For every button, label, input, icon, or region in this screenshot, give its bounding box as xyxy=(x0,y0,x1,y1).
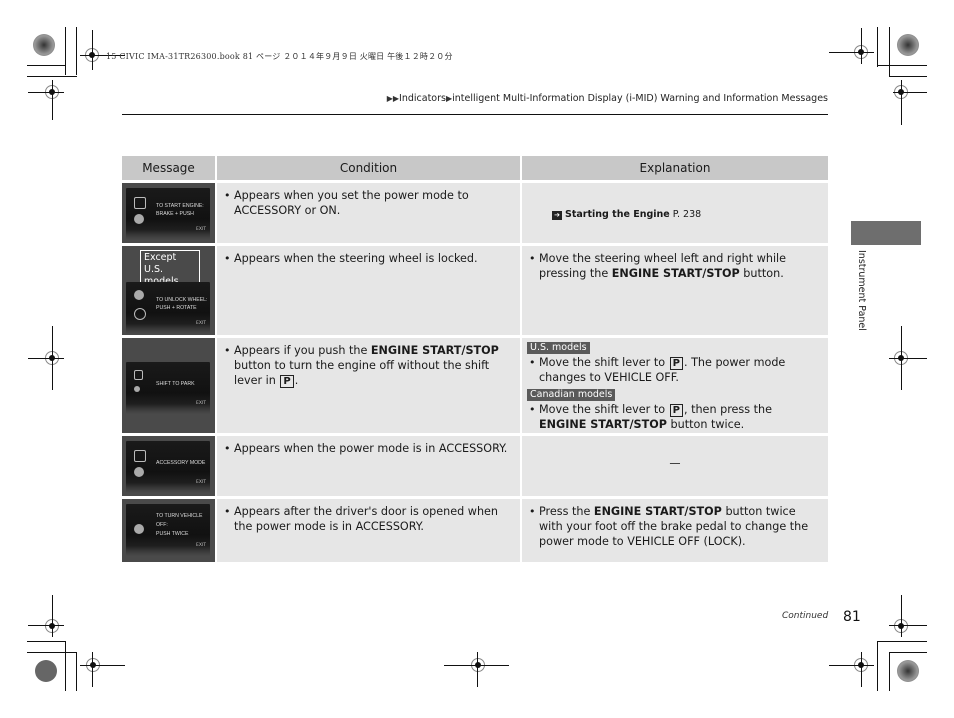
screen-text: TO START ENGINE: xyxy=(156,203,204,209)
message-image: TO START ENGINE: BRAKE + PUSH EXIT xyxy=(122,180,217,243)
imid-screen: TO TURN VEHICLE OFF: PUSH TWICE EXIT xyxy=(126,504,210,556)
push-button-icon xyxy=(134,467,144,477)
condition-text: Appears when the steering wheel is locke… xyxy=(224,251,514,266)
screen-text: TO UNLOCK WHEEL: xyxy=(156,297,208,303)
park-key-icon: P xyxy=(669,357,683,370)
push-button-icon xyxy=(134,524,144,534)
table-row: SHIFT TO PARK EXIT Appears if you push t… xyxy=(122,335,828,433)
screen-exit-label: EXIT xyxy=(195,543,206,548)
reference-page[interactable]: P. 238 xyxy=(673,209,701,220)
color-disc-icon xyxy=(33,34,55,56)
table-row: TO START ENGINE: BRAKE + PUSH EXIT Appea… xyxy=(122,180,828,243)
screen-text: TO TURN VEHICLE xyxy=(156,513,203,519)
reference-link[interactable]: Starting the Engine xyxy=(565,209,670,220)
message-table: Message Condition Explanation TO START E… xyxy=(122,156,828,562)
screen-exit-label: EXIT xyxy=(195,401,206,406)
screen-exit-label: EXIT xyxy=(195,227,206,232)
table-row: ACCESSORY MODE EXIT Appears when the pow… xyxy=(122,433,828,496)
condition-text: Appears after the driver's door is opene… xyxy=(224,504,514,534)
condition-cell: Appears when the power mode is in ACCESS… xyxy=(217,433,522,496)
imid-screen: ACCESSORY MODE EXIT xyxy=(126,441,210,493)
power-icon xyxy=(134,450,146,462)
color-disc-icon xyxy=(897,660,919,682)
column-header-explanation: Explanation xyxy=(522,156,828,180)
column-header-message: Message xyxy=(122,156,217,180)
condition-cell: Appears after the driver's door is opene… xyxy=(217,496,522,562)
page-number: 81 xyxy=(843,609,861,625)
section-tab-label: Instrument Panel xyxy=(856,250,867,331)
explanation-cell: — xyxy=(522,433,828,496)
table-row: TO TURN VEHICLE OFF: PUSH TWICE EXIT App… xyxy=(122,496,828,562)
us-models-tag: U.S. models xyxy=(527,342,590,354)
screen-text: PUSH + ROTATE xyxy=(156,305,197,311)
canadian-models-tag: Canadian models xyxy=(527,389,616,401)
explanation-text: Press the ENGINE START/STOP button twice… xyxy=(529,504,822,549)
table-row: Except U.S. models TO UNLOCK WHEEL: PUSH… xyxy=(122,243,828,335)
imid-screen: SHIFT TO PARK EXIT xyxy=(126,362,210,414)
push-button-icon xyxy=(134,290,144,300)
explanation-cell: Press the ENGINE START/STOP button twice… xyxy=(522,496,828,562)
explanation-cell: ➔ Starting the Engine P. 238 xyxy=(522,180,828,243)
imid-screen: TO UNLOCK WHEEL: PUSH + ROTATE EXIT xyxy=(126,282,210,334)
park-key-icon: P xyxy=(669,404,683,417)
steering-wheel-icon xyxy=(134,308,146,320)
message-image: Except U.S. models TO UNLOCK WHEEL: PUSH… xyxy=(122,243,217,335)
screen-text: PUSH TWICE xyxy=(156,531,189,537)
header-rule xyxy=(122,114,828,115)
condition-cell: Appears when you set the power mode to A… xyxy=(217,180,522,243)
explanation-text: Move the steering wheel left and right w… xyxy=(529,251,822,281)
condition-cell: Appears if you push the ENGINE START/STO… xyxy=(217,335,522,433)
screen-exit-label: EXIT xyxy=(195,480,206,485)
brake-pedal-icon xyxy=(134,197,146,209)
condition-text: Appears when you set the power mode to A… xyxy=(224,188,514,218)
condition-text: Appears if you push the ENGINE START/STO… xyxy=(224,343,514,388)
breadcrumb: ▶▶Indicators▶intelligent Multi-Informati… xyxy=(387,93,828,104)
continued-label: Continued xyxy=(782,611,829,621)
condition-cell: Appears when the steering wheel is locke… xyxy=(217,243,522,335)
screen-text: BRAKE + PUSH xyxy=(156,211,194,217)
explanation-cell: Move the steering wheel left and right w… xyxy=(522,243,828,335)
print-header: 15 CIVIC IMA-31TR26300.book 81 ページ ２０１４年… xyxy=(106,52,453,61)
reference-arrow-icon: ➔ xyxy=(552,211,562,220)
color-disc-icon xyxy=(35,660,57,682)
screen-exit-label: EXIT xyxy=(195,321,206,326)
table-header-row: Message Condition Explanation xyxy=(122,156,828,180)
breadcrumb-item-indicators[interactable]: Indicators xyxy=(399,93,446,104)
park-p-icon xyxy=(134,370,143,380)
breadcrumb-item-imid[interactable]: intelligent Multi-Information Display (i… xyxy=(452,93,828,104)
screen-text: ACCESSORY MODE xyxy=(156,460,206,466)
explanation-text: Move the shift lever to P. The power mod… xyxy=(529,355,822,385)
shift-lever-icon xyxy=(134,386,140,392)
message-image: SHIFT TO PARK EXIT xyxy=(122,335,217,433)
explanation-text: Move the shift lever to P, then press th… xyxy=(529,402,822,432)
imid-screen: TO START ENGINE: BRAKE + PUSH EXIT xyxy=(126,188,210,240)
color-disc-icon xyxy=(897,34,919,56)
double-triangle-arrow-icon: ▶▶ xyxy=(386,94,400,103)
condition-text: Appears when the power mode is in ACCESS… xyxy=(224,441,514,456)
park-key-icon: P xyxy=(280,375,294,388)
message-image: TO TURN VEHICLE OFF: PUSH TWICE EXIT xyxy=(122,496,217,562)
no-explanation-dash: — xyxy=(669,457,681,470)
explanation-cell: U.S. models Move the shift lever to P. T… xyxy=(522,335,828,433)
column-header-condition: Condition xyxy=(217,156,522,180)
section-tab[interactable] xyxy=(851,221,921,245)
push-button-icon xyxy=(134,214,144,224)
screen-text: OFF: xyxy=(156,522,168,528)
message-image: ACCESSORY MODE EXIT xyxy=(122,433,217,496)
screen-text: SHIFT TO PARK xyxy=(156,381,195,387)
